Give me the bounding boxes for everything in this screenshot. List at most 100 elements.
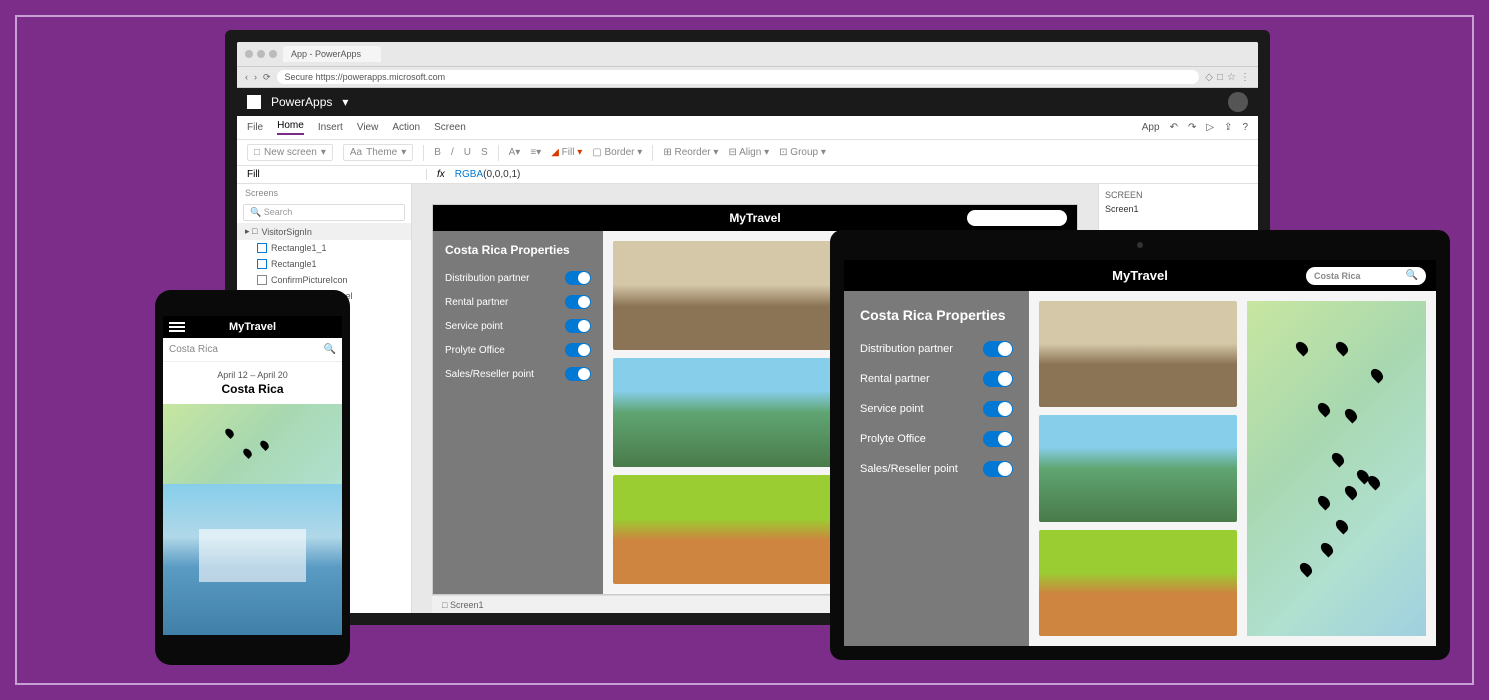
waffle-icon[interactable]: [247, 95, 261, 109]
underline-icon[interactable]: U: [464, 147, 471, 158]
menu-file[interactable]: File: [247, 122, 263, 133]
fill-color-icon[interactable]: ◢ Fill ▾: [551, 147, 582, 158]
align-icon[interactable]: ≡▾: [530, 147, 541, 158]
filter-toggle[interactable]: [565, 319, 591, 333]
app-search-input[interactable]: Costa Rica 🔍: [1306, 267, 1426, 285]
tree-item[interactable]: ConfirmPictureIcon: [237, 272, 411, 288]
formula-input[interactable]: RGBA(0,0,0,1): [455, 169, 521, 180]
filter-toggle[interactable]: [983, 341, 1013, 357]
menu-home[interactable]: Home: [277, 120, 304, 135]
map-pin-icon[interactable]: [1342, 484, 1359, 501]
align-button[interactable]: ⊟ Align ▾: [728, 147, 769, 158]
strike-icon[interactable]: S: [481, 147, 488, 158]
search-icon[interactable]: 🔍: [324, 344, 336, 355]
filter-row: Service point: [860, 401, 1013, 417]
property-image[interactable]: [1039, 530, 1237, 636]
property-image[interactable]: [1039, 301, 1237, 407]
map-pin-icon[interactable]: [223, 427, 235, 439]
map-pin-icon[interactable]: [1297, 561, 1314, 578]
phone-search-bar[interactable]: Costa Rica 🔍: [163, 338, 342, 362]
font-color-icon[interactable]: A▾: [509, 147, 521, 158]
right-panel-label: SCREEN: [1105, 190, 1252, 200]
chevron-down-icon[interactable]: ▾: [342, 95, 348, 109]
map-pin-icon[interactable]: [1342, 407, 1359, 424]
url-input[interactable]: Secure https://powerapps.microsoft.com: [277, 70, 1200, 84]
undo-icon[interactable]: ↶: [1170, 122, 1178, 133]
ext-icon[interactable]: ☆: [1227, 72, 1236, 83]
menu-view[interactable]: View: [357, 122, 379, 133]
ext-icon[interactable]: ◇: [1205, 72, 1213, 83]
app-title: MyTravel: [229, 321, 276, 333]
user-avatar[interactable]: [1228, 92, 1248, 112]
property-image[interactable]: [613, 475, 847, 584]
nav-forward-icon[interactable]: ›: [254, 72, 257, 82]
play-icon[interactable]: ▷: [1206, 122, 1214, 133]
browser-tab-bar: App - PowerApps: [237, 42, 1258, 67]
map-pin-icon[interactable]: [1369, 367, 1386, 384]
browser-address-bar: ‹ › ⟳ Secure https://powerapps.microsoft…: [237, 67, 1258, 88]
search-icon[interactable]: 🔍: [1406, 270, 1418, 281]
menu-screen[interactable]: Screen: [434, 122, 466, 133]
ext-icon[interactable]: □: [1217, 72, 1223, 83]
ext-icon[interactable]: ⋮: [1240, 72, 1250, 83]
section-title: Costa Rica Properties: [445, 243, 591, 257]
property-image[interactable]: [613, 358, 847, 467]
property-image[interactable]: [1039, 415, 1237, 521]
tree-item[interactable]: Rectangle1_1: [237, 240, 411, 256]
menu-insert[interactable]: Insert: [318, 122, 343, 133]
group-button[interactable]: ⊡ Group ▾: [779, 147, 826, 158]
map-pin-icon[interactable]: [1315, 494, 1332, 511]
map-pin-icon[interactable]: [259, 439, 271, 451]
powerapps-brand: PowerApps: [271, 95, 332, 109]
filter-toggle[interactable]: [565, 343, 591, 357]
property-image[interactable]: [613, 241, 847, 350]
reorder-button[interactable]: ⊞ Reorder ▾: [663, 147, 718, 158]
app-filters-sidebar: Costa Rica Properties Distribution partn…: [433, 231, 603, 594]
help-icon[interactable]: ?: [1242, 122, 1248, 133]
screens-search[interactable]: 🔍 Search: [243, 204, 405, 221]
app-map[interactable]: [1247, 301, 1426, 636]
property-dropdown[interactable]: Fill: [247, 169, 427, 180]
filter-toggle[interactable]: [983, 461, 1013, 477]
menu-icon[interactable]: [169, 322, 185, 332]
map-pin-icon[interactable]: [1365, 474, 1382, 491]
tree-root[interactable]: ▸ □ VisitorSignIn: [237, 223, 411, 240]
phone-hero-image[interactable]: [163, 484, 342, 635]
filter-row: Distribution partner: [860, 341, 1013, 357]
filter-toggle[interactable]: [983, 401, 1013, 417]
filter-toggle[interactable]: [983, 431, 1013, 447]
nav-back-icon[interactable]: ‹: [245, 72, 248, 82]
filter-toggle[interactable]: [565, 367, 591, 381]
app-search-input[interactable]: [967, 210, 1067, 226]
ribbon-menu: File Home Insert View Action Screen App …: [237, 116, 1258, 140]
filter-toggle[interactable]: [565, 271, 591, 285]
browser-tab[interactable]: App - PowerApps: [283, 46, 381, 62]
filter-row: Rental partner: [445, 295, 591, 309]
share-icon[interactable]: ⇪: [1224, 122, 1232, 133]
filter-row: Sales/Reseller point: [445, 367, 591, 381]
app-label: App: [1142, 122, 1160, 133]
italic-icon[interactable]: /: [451, 147, 454, 158]
filter-toggle[interactable]: [983, 371, 1013, 387]
bold-icon[interactable]: B: [434, 147, 441, 158]
filter-toggle[interactable]: [565, 295, 591, 309]
app-header: MyTravel: [433, 205, 1077, 231]
menu-action[interactable]: Action: [392, 122, 420, 133]
theme-button[interactable]: Aa Theme ▾: [343, 144, 413, 161]
tablet-camera: [1137, 242, 1143, 248]
window-controls[interactable]: [245, 50, 277, 58]
nav-reload-icon[interactable]: ⟳: [263, 72, 271, 83]
tree-item[interactable]: Rectangle1: [237, 256, 411, 272]
map-pin-icon[interactable]: [1330, 450, 1347, 467]
filter-row: Sales/Reseller point: [860, 461, 1013, 477]
map-pin-icon[interactable]: [1319, 541, 1336, 558]
new-screen-button[interactable]: □ New screen ▾: [247, 144, 333, 161]
map-pin-icon[interactable]: [1333, 517, 1350, 534]
map-pin-icon[interactable]: [1294, 340, 1311, 357]
map-pin-icon[interactable]: [1333, 340, 1350, 357]
phone-map[interactable]: [163, 404, 342, 484]
map-pin-icon[interactable]: [1315, 400, 1332, 417]
map-pin-icon[interactable]: [241, 447, 253, 459]
border-button[interactable]: ▢ Border ▾: [592, 147, 642, 158]
redo-icon[interactable]: ↷: [1188, 122, 1196, 133]
